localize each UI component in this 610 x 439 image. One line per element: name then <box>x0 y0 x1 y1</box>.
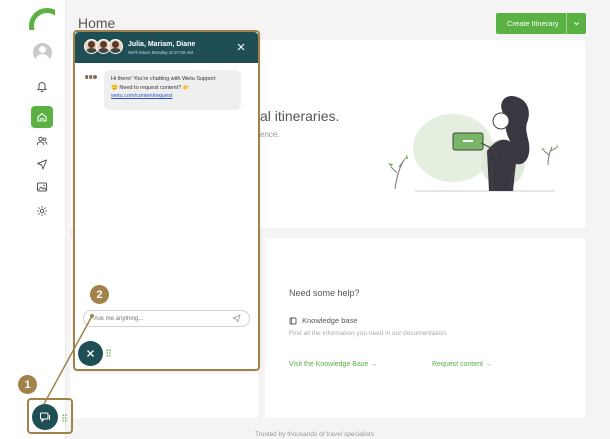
chat-window-highlight <box>73 30 260 371</box>
step-badge-1: 1 <box>18 375 37 394</box>
step-badge-2: 2 <box>90 285 109 304</box>
launcher-highlight <box>27 398 73 434</box>
